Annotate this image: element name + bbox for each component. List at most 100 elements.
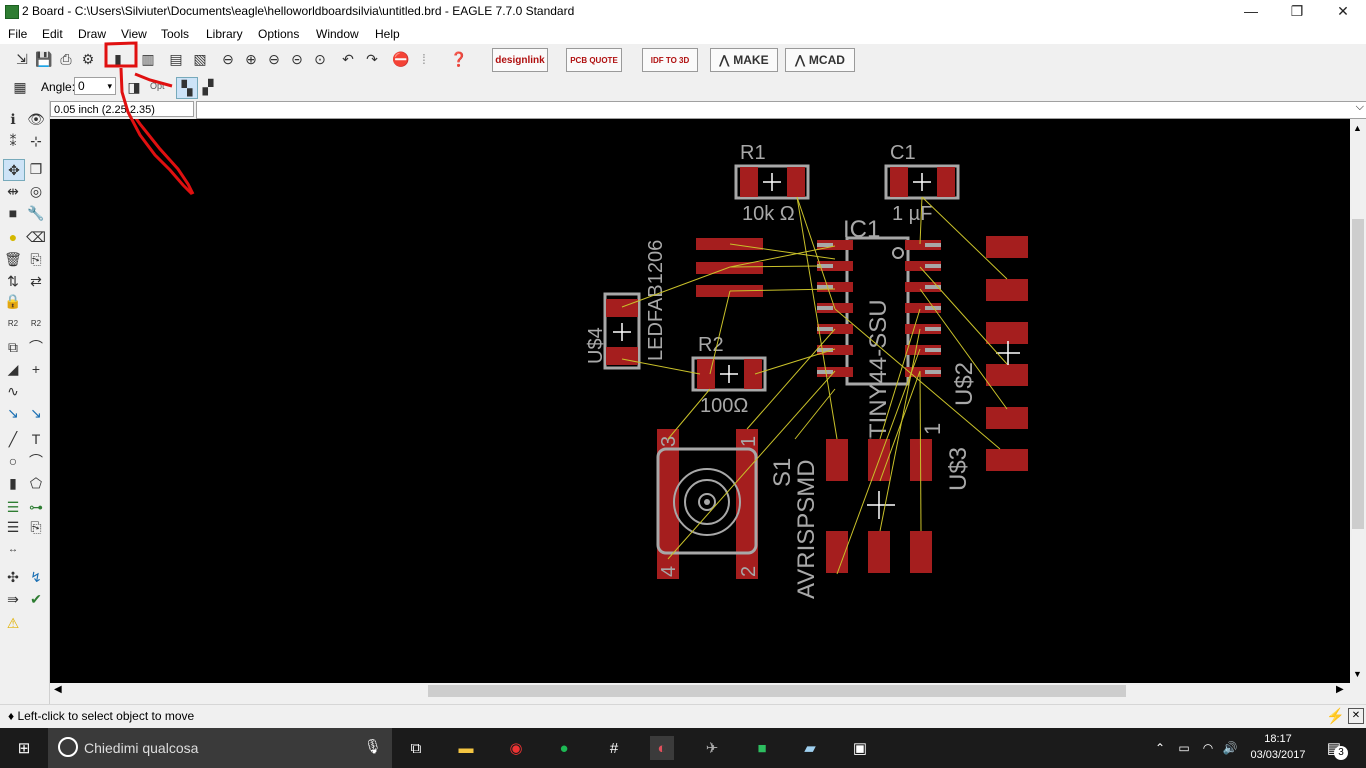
menu-tools[interactable]: Tools xyxy=(161,27,189,41)
make-button[interactable]: ⋀ MAKE xyxy=(710,48,778,72)
spotify-icon[interactable]: ● xyxy=(552,736,576,760)
stop-icon[interactable]: ⛔ xyxy=(391,49,411,69)
optimize-icon[interactable]: + xyxy=(26,359,46,379)
pinswap-icon[interactable]: ⇅ xyxy=(3,271,23,291)
arc-icon[interactable]: ⌒ xyxy=(26,451,46,471)
task-view-icon[interactable]: ⧉ xyxy=(404,736,428,760)
switch-to-schematic-icon[interactable]: ▮ xyxy=(108,49,128,69)
avrisp-header[interactable]: AVRISPSMD 1 U$3 xyxy=(793,423,972,599)
capacitor-c1[interactable]: C1 1 µF xyxy=(884,142,960,225)
battery-icon[interactable]: ▭ xyxy=(1172,736,1196,760)
ratsnest-icon[interactable]: ✣ xyxy=(3,567,23,587)
group-icon[interactable]: ■ xyxy=(3,203,23,223)
undo-icon[interactable]: ↶ xyxy=(338,49,358,69)
mcad-button[interactable]: ⋀ MCAD xyxy=(785,48,855,72)
autorouter-icon[interactable]: ↯ xyxy=(26,567,46,587)
mirror-icon[interactable]: ◨ xyxy=(124,77,144,97)
vertical-scrollbar[interactable]: ▲ ▼ xyxy=(1350,119,1366,683)
text-icon[interactable]: T xyxy=(26,429,46,449)
eagle-taskbar-icon[interactable]: ◐ xyxy=(650,736,674,760)
notes-app-icon[interactable]: ▰ xyxy=(798,736,822,760)
menu-file[interactable]: File xyxy=(8,27,27,41)
cam-processor-icon[interactable]: ⚙ xyxy=(78,49,98,69)
route-icon[interactable]: ↘ xyxy=(3,403,23,423)
ripup-icon[interactable]: ↘ xyxy=(26,403,46,423)
maximize-button[interactable]: ❐ xyxy=(1274,0,1320,24)
designlink-button[interactable]: designlink xyxy=(492,48,548,72)
scroll-left-icon[interactable]: ◀ xyxy=(54,684,62,695)
mark-icon[interactable]: ⊹ xyxy=(26,131,46,151)
zoom-fit-icon[interactable]: ⊖ xyxy=(218,49,238,69)
errors-icon[interactable]: ⚠ xyxy=(3,613,23,633)
chrome-icon[interactable]: ◉ xyxy=(504,736,528,760)
script-icon[interactable]: ▤ xyxy=(166,49,186,69)
pcb-quote-button[interactable]: PCB QUOTE xyxy=(566,48,622,72)
vertical-scroll-thumb[interactable] xyxy=(1352,219,1364,529)
polygon-icon[interactable]: ⬠ xyxy=(26,473,46,493)
group-move-icon[interactable]: ▚ xyxy=(176,77,198,99)
replace-icon[interactable]: ⇄ xyxy=(26,271,46,291)
paste-icon[interactable]: ● xyxy=(3,227,23,247)
volume-icon[interactable]: 🔊 xyxy=(1218,736,1242,760)
evernote-icon[interactable]: ■ xyxy=(750,736,774,760)
split-icon[interactable]: ◢ xyxy=(3,359,23,379)
dimension-icon[interactable]: ↔ xyxy=(3,539,23,559)
clock-time[interactable]: 18:17 xyxy=(1254,733,1302,745)
trash-icon[interactable]: 🗑 xyxy=(3,249,23,269)
chevron-down-icon[interactable]: ⌵ xyxy=(1356,101,1364,114)
info-icon[interactable]: ℹ xyxy=(3,109,23,129)
signal-icon[interactable]: ⊶ xyxy=(26,497,46,517)
grid-icon[interactable]: ▦ xyxy=(10,77,30,97)
clock-date[interactable]: 03/03/2017 xyxy=(1250,749,1306,761)
value-icon[interactable]: R2 xyxy=(26,313,46,333)
menu-library[interactable]: Library xyxy=(206,27,243,41)
scroll-right-icon[interactable]: ▶ xyxy=(1336,684,1344,695)
move-icon[interactable]: ✥ xyxy=(3,159,25,181)
horizontal-scrollbar[interactable]: ◀ ▶ xyxy=(50,683,1350,699)
rectangle-icon[interactable]: ▮ xyxy=(3,473,23,493)
go-icon[interactable]: ⁞ xyxy=(414,49,434,69)
help-icon[interactable]: ❓ xyxy=(449,49,469,69)
idf-to-3d-button[interactable]: IDF TO 3D xyxy=(642,48,698,72)
via-icon[interactable]: ☰ xyxy=(3,497,23,517)
menu-view[interactable]: View xyxy=(121,27,147,41)
display-layers-icon[interactable]: ⁑ xyxy=(3,131,23,151)
close-button[interactable]: ✕ xyxy=(1320,0,1366,24)
zoom-redraw-icon[interactable]: ⊝ xyxy=(287,49,307,69)
cortana-search-box[interactable]: Chiedimi qualcosa 🎙 xyxy=(48,728,392,768)
menu-draw[interactable]: Draw xyxy=(78,27,106,41)
drc-icon[interactable]: ✔ xyxy=(26,589,46,609)
layer-settings-icon[interactable]: ▧ xyxy=(190,49,210,69)
hole-icon[interactable]: ☰ xyxy=(3,517,23,537)
zoom-out-icon[interactable]: ⊖ xyxy=(264,49,284,69)
minimize-button[interactable]: — xyxy=(1228,0,1274,24)
menu-help[interactable]: Help xyxy=(375,27,400,41)
circle-icon[interactable]: ○ xyxy=(3,451,23,471)
scroll-up-icon[interactable]: ▲ xyxy=(1353,123,1362,133)
lock-icon[interactable]: 🔒 xyxy=(3,291,23,311)
mirror-tool-icon[interactable]: ⇹ xyxy=(3,181,23,201)
meander-icon[interactable]: ∿ xyxy=(3,381,23,401)
wire-icon[interactable]: ╱ xyxy=(3,429,23,449)
zoom-select-icon[interactable]: ⊙ xyxy=(310,49,330,69)
run-ulp-icon[interactable]: ▥ xyxy=(138,49,158,69)
menu-edit[interactable]: Edit xyxy=(42,27,63,41)
angle-select[interactable]: 0 ▾ xyxy=(74,77,116,95)
zoom-in-icon[interactable]: ⊕ xyxy=(241,49,261,69)
board-canvas[interactable]: R1 10k Ω C1 1 µF U$4 LEDFAB1206 R2 100Ω … xyxy=(50,119,1350,683)
add-icon[interactable]: ⎘ xyxy=(26,249,46,269)
delete-icon[interactable]: ⌫ xyxy=(26,227,46,247)
stop-command-icon[interactable]: ✕ xyxy=(1348,708,1364,724)
resistor-r2[interactable]: R2 100Ω xyxy=(691,334,767,417)
show-icon[interactable]: 👁 xyxy=(26,109,46,129)
open-icon[interactable]: ⇲ xyxy=(12,49,32,69)
rotate-icon[interactable]: ◎ xyxy=(26,181,46,201)
tray-chevron-up-icon[interactable]: ⌃ xyxy=(1148,736,1172,760)
change-icon[interactable]: 🔧 xyxy=(26,203,46,223)
app-taskbar-icon[interactable]: ✈ xyxy=(700,736,724,760)
slack-icon[interactable]: # xyxy=(602,736,626,760)
miter-icon[interactable]: ⌒ xyxy=(26,337,46,357)
scroll-down-icon[interactable]: ▼ xyxy=(1353,669,1362,679)
switch-s1[interactable]: 3 1 4 2 S1 xyxy=(656,429,796,579)
save-icon[interactable]: 💾 xyxy=(34,49,54,69)
